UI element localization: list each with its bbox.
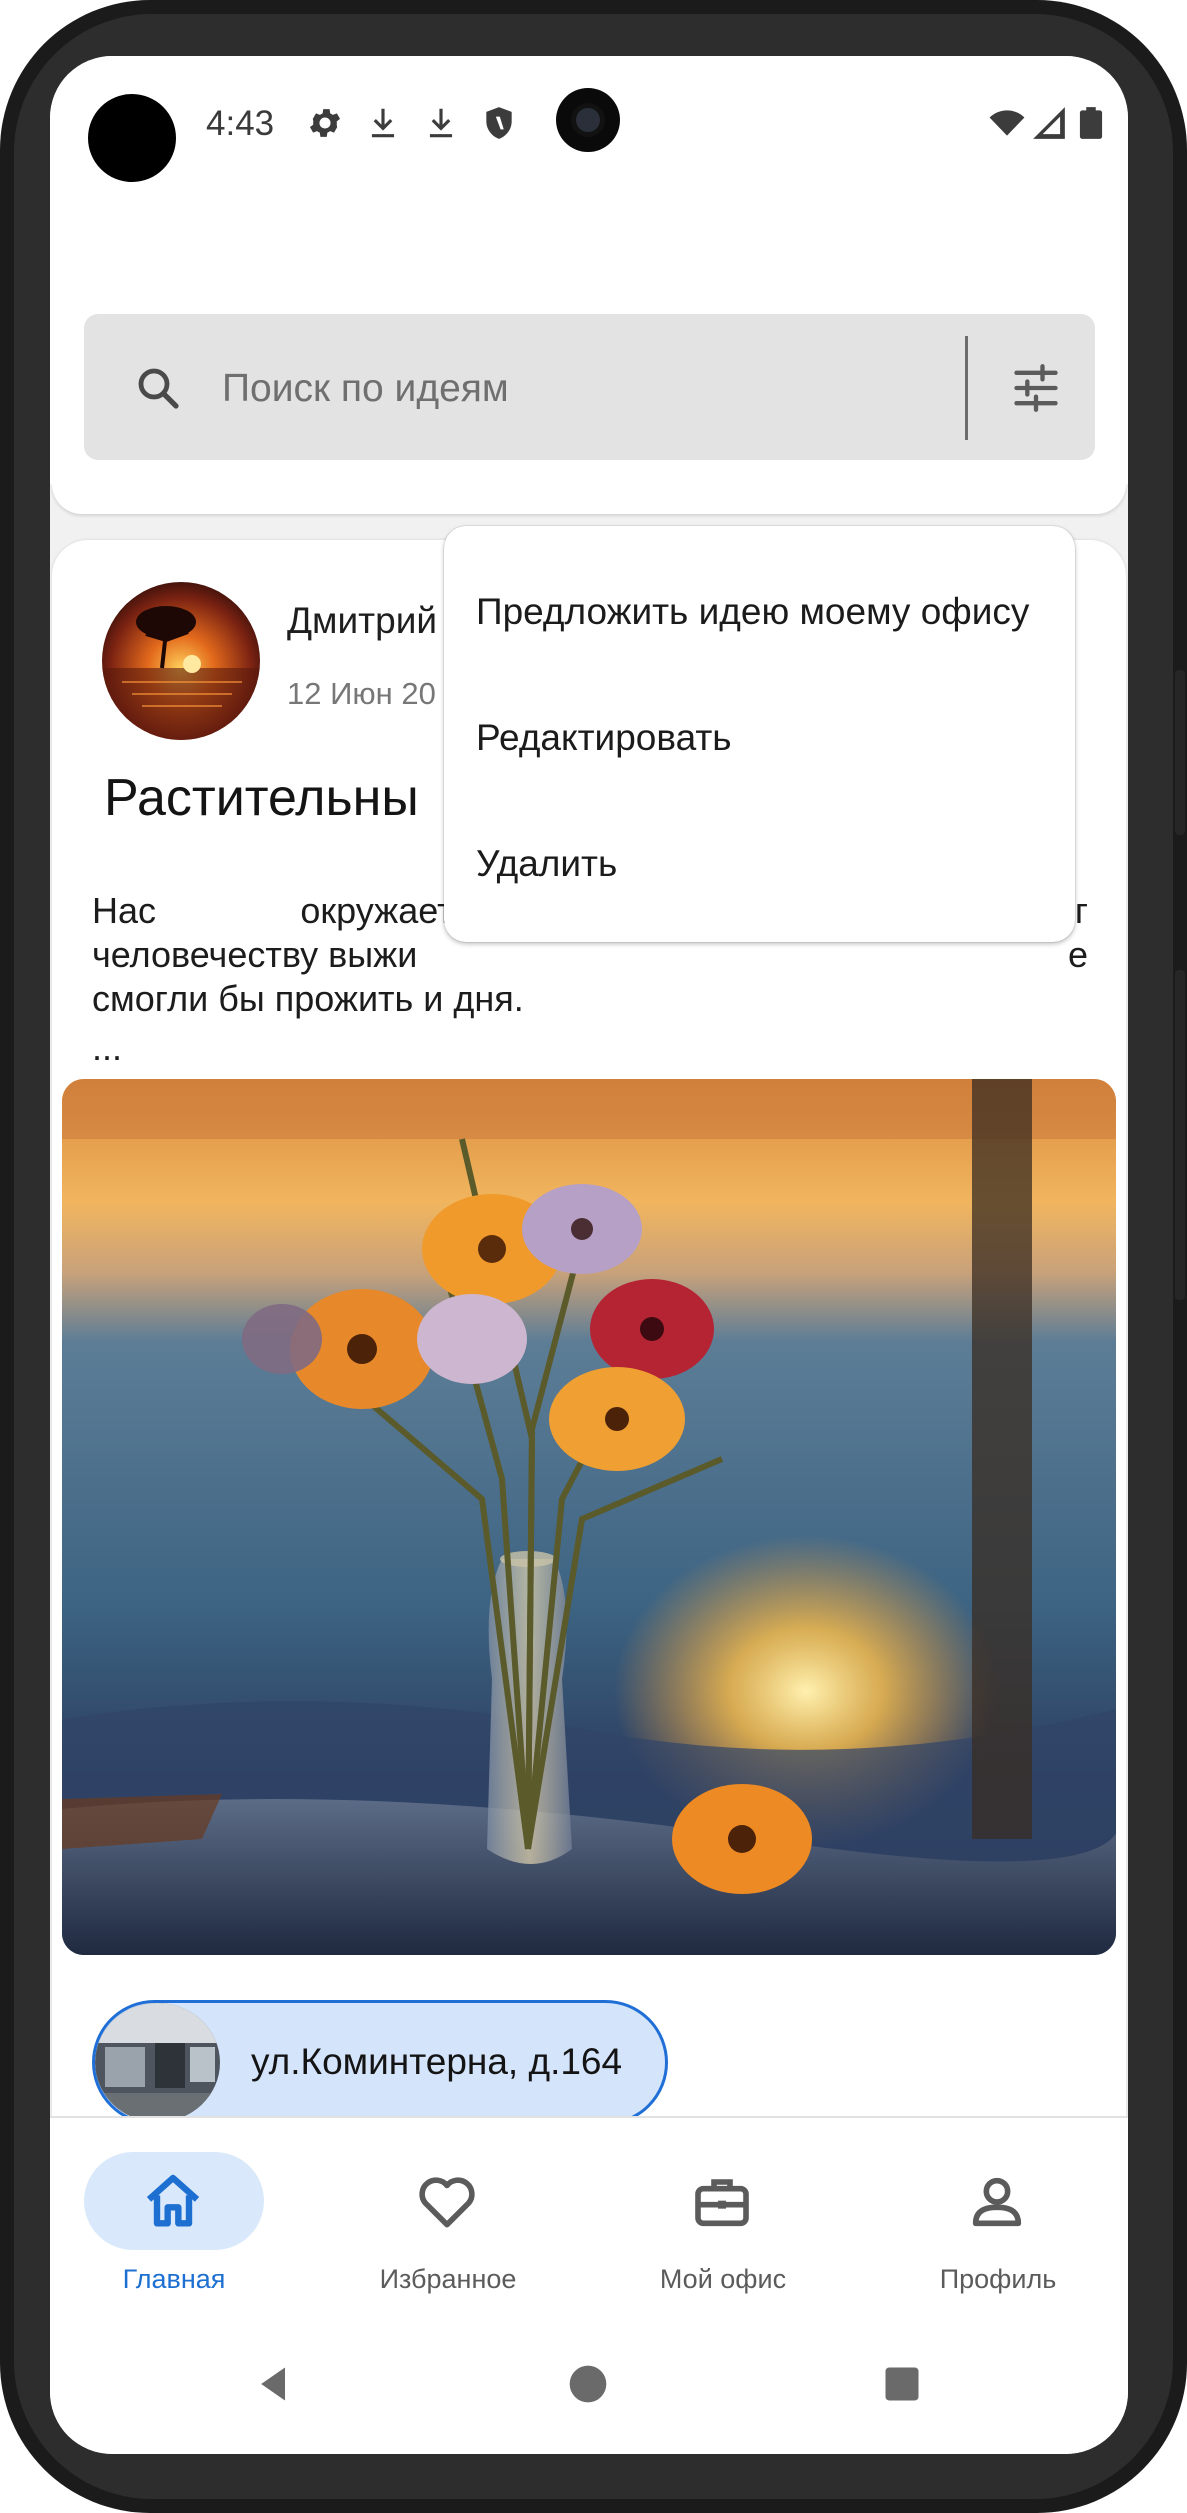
briefcase-icon [695, 2179, 749, 2227]
search-bar[interactable] [84, 314, 1095, 460]
system-navigation-bar [50, 2316, 1128, 2454]
bottom-nav: Главная Избранное Мой офис Профиль [50, 2116, 1128, 2318]
back-icon[interactable] [252, 2362, 296, 2406]
post-body-line: смогли бы прожить и дня. [92, 978, 524, 1019]
settings-icon [309, 109, 341, 137]
office-chip-label: ул.Коминтерна, д.164 [251, 2041, 623, 2082]
nav-item-favorites[interactable]: Избранное [324, 2118, 564, 2318]
search-icon [138, 368, 179, 409]
nav-label: Профиль [939, 2264, 1057, 2294]
home-icon [146, 2174, 200, 2227]
post-title: Растительны [104, 769, 419, 827]
author-name[interactable]: Дмитрий [287, 600, 437, 642]
avatar[interactable] [102, 582, 260, 740]
nav-item-my-office[interactable]: Мой офис [599, 2118, 839, 2318]
post-ellipsis: ... [92, 1027, 123, 1068]
nav-label: Главная [122, 2264, 226, 2294]
front-camera [88, 94, 176, 182]
wifi-icon [989, 110, 1025, 136]
menu-item-delete[interactable]: Удалить [444, 801, 1075, 927]
post-image[interactable] [62, 1079, 1116, 1955]
post-body-line-end: г [1074, 890, 1088, 931]
home-button-icon[interactable] [566, 2362, 610, 2406]
previous-card-edge [52, 484, 1126, 514]
recents-icon[interactable] [880, 2362, 924, 2406]
search-divider [965, 336, 968, 440]
nav-label: Мой офис [659, 2264, 787, 2294]
volume-button [1175, 970, 1185, 1300]
filter-icon[interactable] [1010, 362, 1062, 414]
signal-icon [1033, 107, 1065, 139]
power-button [1175, 670, 1185, 835]
download-icon [429, 108, 453, 138]
download-icon [371, 108, 395, 138]
battery-icon [1079, 107, 1103, 139]
nav-item-home[interactable]: Главная [50, 2118, 290, 2318]
screen: 4:43 Поиск по идеям Дмитрий 12 Июн 20 Ра… [50, 56, 1128, 2454]
status-time: 4:43 [206, 104, 275, 143]
nav-item-profile[interactable]: Профиль [874, 2118, 1114, 2318]
shield-icon [486, 107, 512, 139]
search-area [50, 186, 1128, 484]
post-body-line-end: е [1067, 934, 1088, 975]
heart-icon [419, 2177, 475, 2228]
menu-item-suggest-idea[interactable]: Предложить идею моему офису [444, 549, 1075, 675]
menu-item-edit[interactable]: Редактировать [444, 675, 1075, 801]
post-date: 12 Июн 20 [287, 676, 436, 711]
context-menu: Предложить идею моему офису Редактироват… [444, 526, 1075, 942]
nav-label: Избранное [379, 2264, 517, 2294]
office-thumbnail [95, 2003, 220, 2122]
post-body-line: человечеству выжи [92, 934, 418, 975]
search-input[interactable] [220, 358, 924, 420]
camera-lens [556, 88, 620, 152]
status-bar: 4:43 [50, 56, 1128, 186]
person-icon [972, 2177, 1022, 2227]
office-chip[interactable]: ул.Коминтерна, д.164 [92, 2000, 668, 2125]
